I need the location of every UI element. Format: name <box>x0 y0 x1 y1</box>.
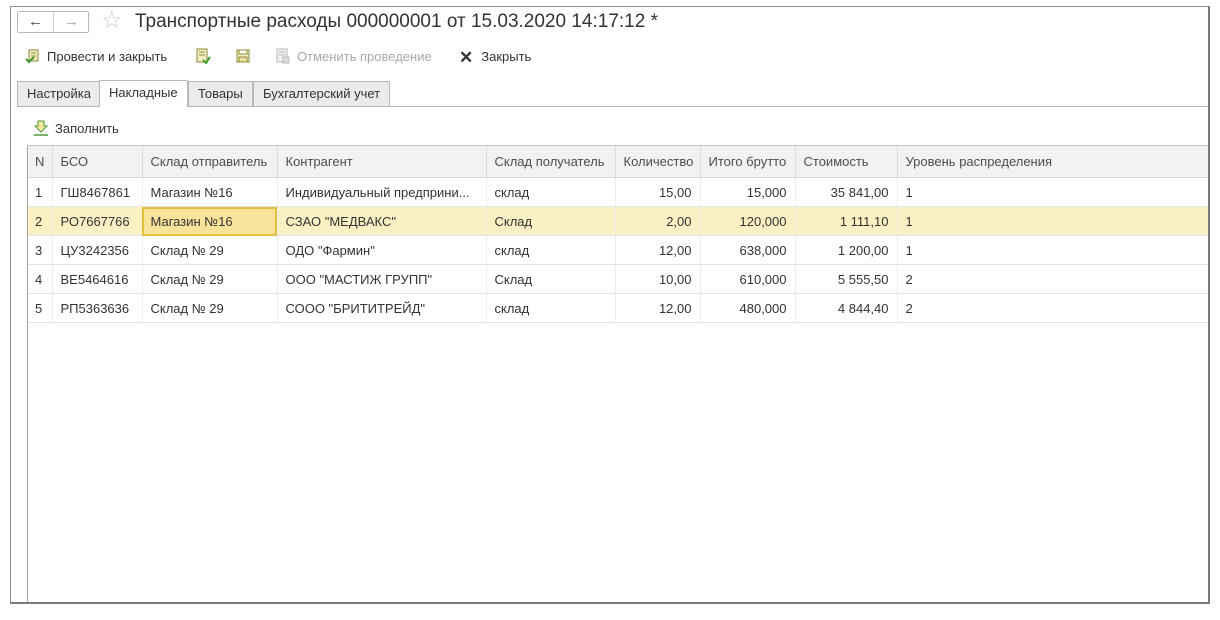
column-header-distribution-level[interactable]: Уровень распределения <box>897 146 1208 178</box>
tabs-divider <box>17 106 1208 107</box>
post-and-close-label: Провести и закрыть <box>47 49 168 64</box>
cell-sender-warehouse[interactable]: Склад № 29 <box>142 235 278 265</box>
fill-button[interactable]: Заполнить <box>33 119 119 139</box>
cell-distribution-level[interactable]: 1 <box>897 235 1208 265</box>
table-row[interactable]: 1 ГШ8467861 Магазин №16 Индивидуальный п… <box>28 177 1208 207</box>
document-title: Транспортные расходы 000000001 от 15.03.… <box>135 11 658 32</box>
cell-cost[interactable]: 1 111,10 <box>795 206 898 236</box>
close-label: Закрыть <box>481 49 532 64</box>
title-bar: ← → ☆ Транспортные расходы 000000001 от … <box>17 9 1208 36</box>
tab-settings[interactable]: Настройка <box>17 81 101 106</box>
cell-distribution-level[interactable]: 2 <box>897 293 1208 323</box>
column-header-counterparty[interactable]: Контрагент <box>277 146 487 178</box>
cancel-posting-icon <box>276 48 290 64</box>
cancel-posting-label: Отменить проведение <box>297 49 432 64</box>
document-window: ← → ☆ Транспортные расходы 000000001 от … <box>10 6 1210 604</box>
cell-sender-warehouse[interactable]: Склад № 29 <box>142 293 278 323</box>
cell-n: 2 <box>28 206 53 236</box>
fill-label: Заполнить <box>55 121 119 136</box>
tab-accounting[interactable]: Бухгалтерский учет <box>253 81 391 106</box>
form-tabs: Настройка Накладные Товары Бухгалтерский… <box>17 80 1208 107</box>
cell-sender-warehouse[interactable]: Склад № 29 <box>142 264 278 294</box>
column-header-cost[interactable]: Стоимость <box>795 146 898 178</box>
cell-bso[interactable]: ГШ8467861 <box>52 177 143 207</box>
cell-cost[interactable]: 35 841,00 <box>795 177 898 207</box>
close-button[interactable]: ✕ Закрыть <box>459 45 531 69</box>
cell-n: 4 <box>28 264 53 294</box>
cell-quantity[interactable]: 12,00 <box>615 293 701 323</box>
post-button[interactable] <box>195 45 217 69</box>
cell-sender-warehouse-current[interactable]: Магазин №16 <box>142 206 278 236</box>
cancel-posting-button[interactable]: Отменить проведение <box>275 45 432 69</box>
column-header-quantity[interactable]: Количество <box>615 146 701 178</box>
cell-gross-total[interactable]: 610,000 <box>700 264 796 294</box>
table-row[interactable]: 5 РП5363636 Склад № 29 СООО "БРИТИТРЕЙД"… <box>28 293 1208 323</box>
cell-gross-total[interactable]: 15,000 <box>700 177 796 207</box>
cell-quantity[interactable]: 10,00 <box>615 264 701 294</box>
cell-cost[interactable]: 1 200,00 <box>795 235 898 265</box>
forward-arrow-icon[interactable]: → <box>54 12 89 32</box>
cell-counterparty[interactable]: ОДО "Фармин" <box>277 235 487 265</box>
close-icon: ✕ <box>459 47 474 67</box>
cell-distribution-level[interactable]: 2 <box>897 264 1208 294</box>
post-document-icon <box>196 48 211 65</box>
cell-gross-total[interactable]: 120,000 <box>700 206 796 236</box>
column-header-sender-warehouse[interactable]: Склад отправитель <box>142 146 278 178</box>
cell-quantity[interactable]: 15,00 <box>615 177 701 207</box>
cell-bso[interactable]: ВЕ5464616 <box>52 264 143 294</box>
table-row-selected[interactable]: 2 РО7667766 Магазин №16 СЗАО "МЕДВАКС" С… <box>28 206 1208 236</box>
cell-receiver-warehouse[interactable]: склад <box>486 235 616 265</box>
cell-receiver-warehouse[interactable]: склад <box>486 177 616 207</box>
post-and-close-icon <box>25 49 39 64</box>
back-arrow-icon[interactable]: ← <box>18 12 54 32</box>
post-and-close-button[interactable]: Провести и закрыть <box>25 45 167 69</box>
column-header-n[interactable]: N <box>28 146 53 178</box>
tab-invoices[interactable]: Накладные <box>99 80 188 107</box>
save-disk-icon <box>236 49 250 63</box>
table-row[interactable]: 3 ЦУ3242356 Склад № 29 ОДО "Фармин" скла… <box>28 235 1208 265</box>
cell-counterparty[interactable]: ООО "МАСТИЖ ГРУПП" <box>277 264 487 294</box>
column-header-gross-total[interactable]: Итого брутто <box>700 146 796 178</box>
cell-cost[interactable]: 4 844,40 <box>795 293 898 323</box>
favorite-star-icon[interactable]: ☆ <box>101 9 123 33</box>
cell-gross-total[interactable]: 480,000 <box>700 293 796 323</box>
cell-gross-total[interactable]: 638,000 <box>700 235 796 265</box>
save-button[interactable] <box>235 45 257 69</box>
cell-bso[interactable]: РП5363636 <box>52 293 143 323</box>
form-toolbar: Провести и закрыть Отменить проведение ✕… <box>17 45 1208 69</box>
column-header-bso[interactable]: БСО <box>52 146 143 178</box>
column-header-receiver-warehouse[interactable]: Склад получатель <box>486 146 616 178</box>
navigation-buttons: ← → <box>17 11 89 33</box>
table-row[interactable]: 4 ВЕ5464616 Склад № 29 ООО "МАСТИЖ ГРУПП… <box>28 264 1208 294</box>
cell-quantity[interactable]: 2,00 <box>615 206 701 236</box>
cell-n: 5 <box>28 293 53 323</box>
cell-distribution-level[interactable]: 1 <box>897 177 1208 207</box>
cell-receiver-warehouse[interactable]: склад <box>486 293 616 323</box>
cell-sender-warehouse[interactable]: Магазин №16 <box>142 177 278 207</box>
cell-bso[interactable]: ЦУ3242356 <box>52 235 143 265</box>
cell-receiver-warehouse[interactable]: Склад <box>486 206 616 236</box>
cell-distribution-level[interactable]: 1 <box>897 206 1208 236</box>
cell-quantity[interactable]: 12,00 <box>615 235 701 265</box>
cell-bso[interactable]: РО7667766 <box>52 206 143 236</box>
cell-counterparty[interactable]: Индивидуальный предприни... <box>277 177 487 207</box>
invoices-table[interactable]: N БСО Склад отправитель Контрагент Склад… <box>27 145 1208 602</box>
table-header-row: N БСО Склад отправитель Контрагент Склад… <box>28 146 1208 178</box>
cell-n: 1 <box>28 177 53 207</box>
tab-goods[interactable]: Товары <box>188 81 253 106</box>
cell-receiver-warehouse[interactable]: Склад <box>486 264 616 294</box>
cell-n: 3 <box>28 235 53 265</box>
cell-counterparty[interactable]: СЗАО "МЕДВАКС" <box>277 206 487 236</box>
fill-download-icon <box>33 120 49 136</box>
cell-counterparty[interactable]: СООО "БРИТИТРЕЙД" <box>277 293 487 323</box>
cell-cost[interactable]: 5 555,50 <box>795 264 898 294</box>
